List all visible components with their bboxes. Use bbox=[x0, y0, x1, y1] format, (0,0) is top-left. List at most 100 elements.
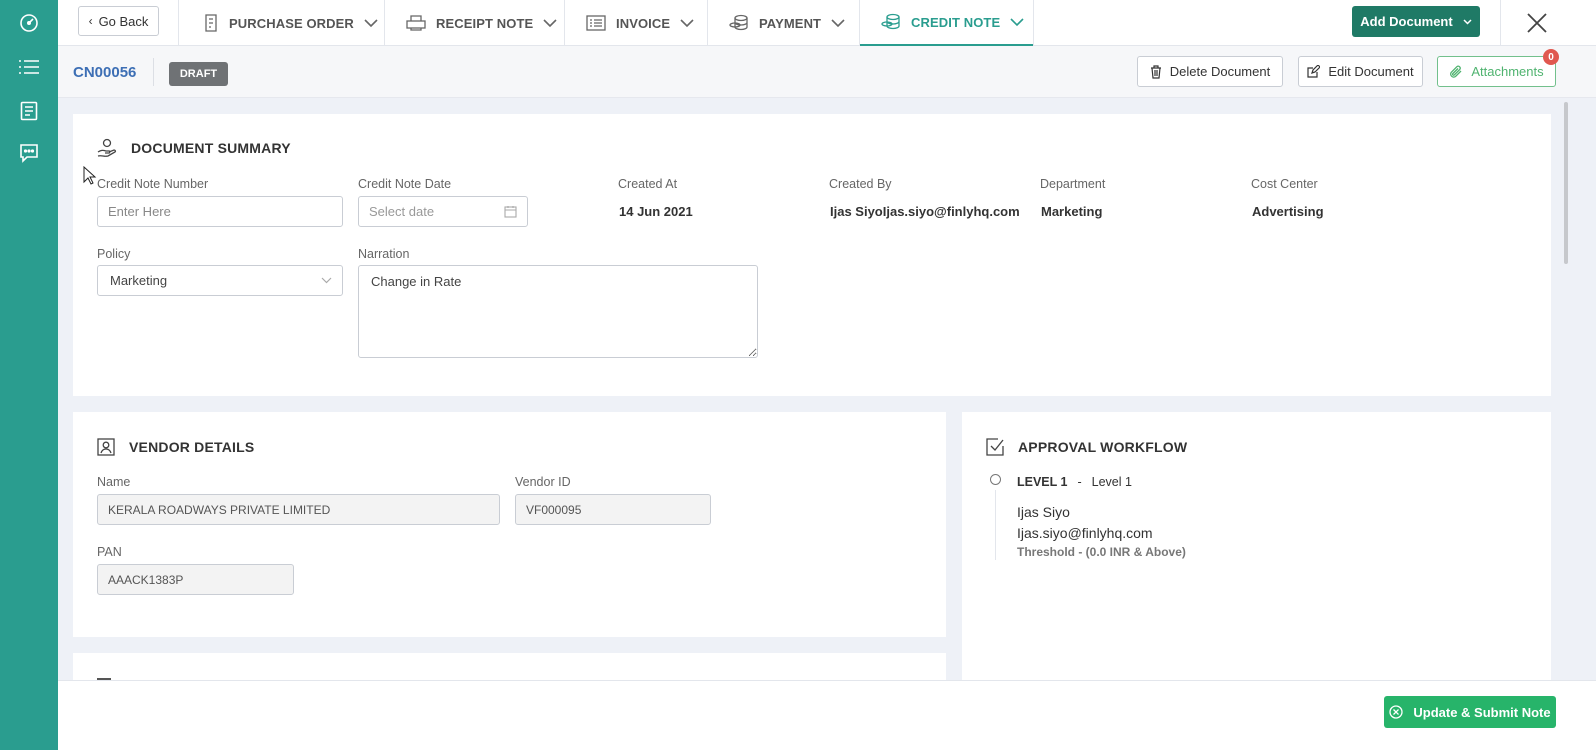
chevron-down-icon bbox=[680, 18, 694, 27]
policy-select[interactable]: Marketing bbox=[97, 265, 343, 296]
cost-center-value: Advertising bbox=[1252, 204, 1324, 219]
tab-purchase-order-label: PURCHASE ORDER bbox=[229, 15, 354, 31]
pan-field: AAACK1383P bbox=[97, 564, 294, 595]
document-id: CN00056 bbox=[73, 64, 137, 81]
footer-bar: Update & Submit Note bbox=[58, 680, 1596, 750]
attachments-button[interactable]: Attachments 0 bbox=[1437, 49, 1559, 87]
approver-email: Ijas.siyo@finlyhq.com bbox=[1017, 525, 1153, 541]
tab-receipt-note[interactable]: RECEIPT NOTE bbox=[406, 0, 557, 46]
divider bbox=[153, 58, 154, 86]
edit-document-label: Edit Document bbox=[1328, 64, 1414, 79]
vendor-details-header: VENDOR DETAILS bbox=[97, 438, 254, 456]
chevron-down-icon bbox=[321, 277, 332, 284]
printer-icon bbox=[406, 15, 426, 31]
mouse-cursor-icon bbox=[83, 166, 97, 185]
created-by-value: Ijas SiyoIjas.siyo@finlyhq.com bbox=[830, 204, 1020, 219]
tab-payment[interactable]: PAYMENT bbox=[729, 0, 845, 46]
divider bbox=[564, 0, 565, 46]
vendor-name-label: Name bbox=[97, 475, 131, 489]
tab-payment-label: PAYMENT bbox=[759, 15, 822, 31]
divider bbox=[1033, 0, 1034, 46]
divider bbox=[707, 0, 708, 46]
approval-workflow-header: APPROVAL WORKFLOW bbox=[986, 438, 1187, 456]
timeline-line bbox=[995, 490, 996, 560]
checkbox-checked-icon bbox=[986, 438, 1004, 456]
level-status-dot bbox=[990, 474, 1001, 485]
policy-selected-value: Marketing bbox=[110, 273, 168, 288]
close-icon[interactable] bbox=[1522, 8, 1552, 38]
update-submit-note-button[interactable]: Update & Submit Note bbox=[1384, 696, 1556, 728]
date-placeholder: Select date bbox=[369, 204, 435, 219]
approval-threshold: Threshold - (0.0 INR & Above) bbox=[1017, 545, 1186, 559]
delete-document-button[interactable]: Delete Document bbox=[1137, 56, 1283, 87]
check-circle-icon bbox=[1389, 705, 1404, 719]
invoice-icon bbox=[586, 15, 606, 31]
credit-note-number-input[interactable] bbox=[97, 196, 343, 227]
add-document-button[interactable]: Add Document bbox=[1352, 6, 1480, 37]
tab-invoice[interactable]: INVOICE bbox=[586, 0, 694, 46]
attachments-label: Attachments bbox=[1471, 64, 1544, 79]
created-by-label: Created By bbox=[829, 177, 892, 191]
tab-purchase-order[interactable]: PURCHASE ORDER bbox=[203, 0, 378, 46]
calendar-icon bbox=[504, 206, 517, 218]
department-value: Marketing bbox=[1041, 204, 1103, 219]
level-name: Level 1 bbox=[1091, 475, 1132, 489]
trash-icon bbox=[1150, 64, 1161, 79]
level-code: LEVEL 1 bbox=[1017, 475, 1068, 489]
document-summary-card: DOCUMENT SUMMARY Credit Note Number Cred… bbox=[73, 114, 1551, 396]
vendor-id-label: Vendor ID bbox=[515, 475, 571, 489]
credit-note-date-label: Credit Note Date bbox=[358, 177, 452, 191]
department-label: Department bbox=[1040, 177, 1106, 191]
approver-name: Ijas Siyo bbox=[1017, 504, 1070, 520]
vendor-name-field: KERALA ROADWAYS PRIVATE LIMITED bbox=[97, 494, 500, 525]
divider bbox=[1500, 0, 1501, 46]
created-at-label: Created At bbox=[618, 177, 678, 191]
credit-note-date-picker[interactable]: Select date bbox=[358, 196, 528, 227]
edit-icon bbox=[1307, 65, 1321, 78]
divider bbox=[384, 0, 385, 46]
dashboard-gauge-icon[interactable] bbox=[17, 11, 41, 35]
coins-icon bbox=[881, 13, 900, 30]
update-submit-note-label: Update & Submit Note bbox=[1413, 704, 1551, 720]
add-document-label: Add Document bbox=[1360, 14, 1453, 29]
document-summary-title: DOCUMENT SUMMARY bbox=[131, 140, 291, 156]
policy-label: Policy bbox=[97, 247, 131, 261]
hand-coin-icon bbox=[97, 138, 117, 157]
created-at-value: 14 Jun 2021 bbox=[619, 204, 693, 219]
delete-document-label: Delete Document bbox=[1169, 64, 1271, 79]
pan-label: PAN bbox=[97, 545, 122, 559]
tab-credit-note-label: CREDIT NOTE bbox=[911, 14, 1001, 30]
status-badge: DRAFT bbox=[169, 62, 228, 86]
vendor-details-card: VENDOR DETAILS Name KERALA ROADWAYS PRIV… bbox=[73, 412, 946, 637]
level-separator: - bbox=[1077, 475, 1082, 489]
go-back-label: Go Back bbox=[98, 13, 149, 29]
document-header: CN00056 DRAFT Delete Document Edit Docum… bbox=[58, 46, 1596, 98]
scrollbar-thumb[interactable] bbox=[1564, 102, 1568, 264]
top-nav: ‹ Go Back PURCHASE ORDER RECEIPT NOTE IN… bbox=[58, 0, 1596, 46]
vendor-details-title: VENDOR DETAILS bbox=[129, 439, 255, 455]
left-rail bbox=[0, 0, 58, 750]
narration-textarea[interactable]: Change in Rate bbox=[358, 265, 758, 358]
edit-document-button[interactable]: Edit Document bbox=[1298, 56, 1423, 87]
divider bbox=[178, 0, 179, 46]
list-icon[interactable] bbox=[17, 55, 41, 79]
tab-receipt-note-label: RECEIPT NOTE bbox=[436, 15, 534, 31]
chevron-down-icon bbox=[1463, 18, 1472, 25]
chevron-down-icon bbox=[831, 18, 845, 27]
approval-workflow-title: APPROVAL WORKFLOW bbox=[1018, 439, 1188, 455]
chevron-left-icon: ‹ bbox=[88, 14, 93, 28]
approval-workflow-card: APPROVAL WORKFLOW LEVEL 1 - Level 1 Ijas… bbox=[962, 412, 1551, 682]
go-back-button[interactable]: ‹ Go Back bbox=[78, 6, 159, 36]
attachments-count-badge: 0 bbox=[1543, 49, 1559, 65]
cost-center-label: Cost Center bbox=[1251, 177, 1318, 191]
approval-level-row: LEVEL 1 - Level 1 bbox=[1017, 475, 1132, 489]
purchase-order-icon bbox=[205, 14, 217, 32]
chat-icon[interactable] bbox=[17, 141, 41, 165]
chevron-down-icon bbox=[543, 18, 557, 27]
tab-credit-note[interactable]: CREDIT NOTE bbox=[860, 0, 1033, 46]
document-summary-header: DOCUMENT SUMMARY bbox=[97, 138, 291, 158]
narration-label: Narration bbox=[358, 247, 410, 261]
document-list-icon[interactable] bbox=[17, 99, 41, 123]
coins-icon bbox=[729, 14, 748, 31]
vendor-id-field: VF000095 bbox=[515, 494, 711, 525]
